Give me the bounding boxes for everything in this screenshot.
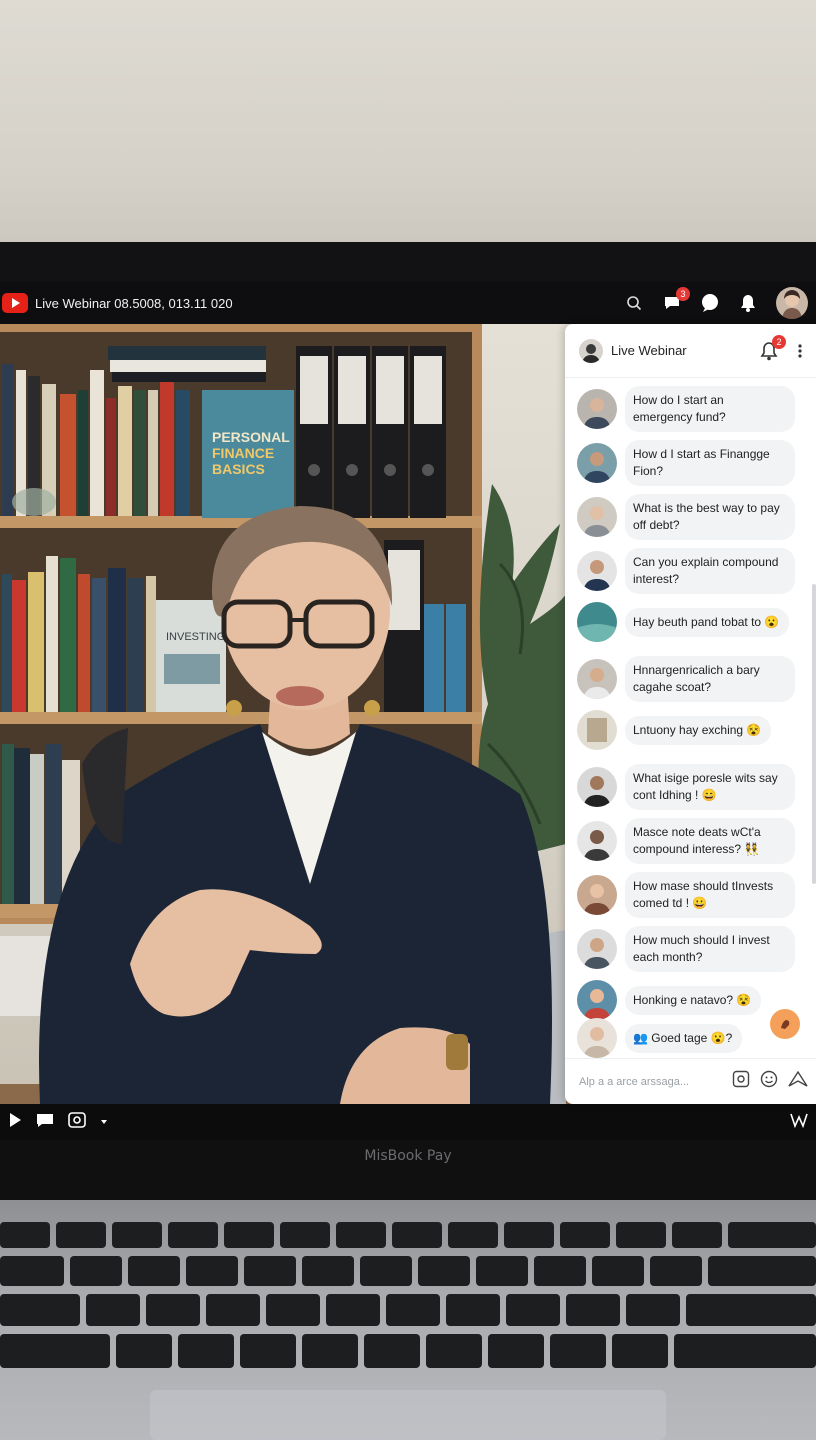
chat-avatar bbox=[577, 551, 617, 591]
chat-message: Hnnargenricalich a bary cagahe scoat? bbox=[577, 656, 795, 702]
play-logo-icon[interactable] bbox=[2, 293, 28, 313]
chat-message: What is the best way to pay off debt? bbox=[577, 494, 795, 540]
svg-text:BASICS: BASICS bbox=[212, 461, 265, 477]
chat-message: Honking e natavo? 😵 bbox=[577, 980, 762, 1020]
message-bubble-icon[interactable] bbox=[700, 293, 720, 313]
dropdown-caret-icon[interactable] bbox=[100, 1113, 108, 1131]
room-wall bbox=[0, 0, 816, 250]
chat-avatar bbox=[577, 821, 617, 861]
camera-icon[interactable] bbox=[68, 1111, 86, 1134]
chat-avatar bbox=[577, 929, 617, 969]
chat-input[interactable] bbox=[579, 1075, 719, 1088]
chat-message-text: How much should I invest each month? bbox=[625, 926, 795, 972]
chat-avatar bbox=[577, 497, 617, 537]
chat-composer bbox=[565, 1058, 816, 1104]
svg-text:FINANCE: FINANCE bbox=[212, 445, 274, 461]
play-icon[interactable] bbox=[8, 1112, 22, 1133]
composer-actions bbox=[732, 1070, 808, 1093]
chat-message: How d I start as Finangge Fion? bbox=[577, 440, 795, 486]
chat-header: Live Webinar 2 bbox=[565, 324, 816, 378]
chat-message-list[interactable]: How do I start an emergency fund? How d … bbox=[565, 380, 811, 1058]
chat-message-text: Hnnargenricalich a bary cagahe scoat? bbox=[625, 656, 795, 702]
monitor-bezel bbox=[0, 242, 816, 282]
chat-message: What isige poresle wits say cont Idhing … bbox=[577, 764, 795, 810]
chat-avatar bbox=[577, 659, 617, 699]
chat-message-text: What isige poresle wits say cont Idhing … bbox=[625, 764, 795, 810]
chat-message: Masce note deats wCt'a compound interess… bbox=[577, 818, 795, 864]
send-icon[interactable] bbox=[788, 1070, 808, 1093]
reaction-button[interactable] bbox=[770, 1009, 800, 1039]
chat-panel: Live Webinar 2 How do I start an emergen… bbox=[565, 324, 816, 1104]
chat-icon[interactable]: 3 bbox=[662, 287, 690, 313]
emoji-icon[interactable] bbox=[760, 1070, 778, 1093]
chat-message-text: How do I start an emergency fund? bbox=[625, 386, 795, 432]
chat-message-text: Honking e natavo? 😵 bbox=[625, 985, 762, 1015]
player-controls bbox=[0, 1104, 816, 1140]
chat-bell-icon[interactable]: 2 bbox=[760, 334, 786, 361]
chat-message: How mase should tInvests comed td ! 😀 bbox=[577, 872, 795, 918]
fullscreen-icon[interactable] bbox=[790, 1112, 808, 1133]
chat-message-text: What is the best way to pay off debt? bbox=[625, 494, 795, 540]
stream-title: Live Webinar 08.5008, 013.11 020 bbox=[35, 295, 233, 311]
chat-message-text: Lntuony hay exching 😵 bbox=[625, 715, 772, 745]
chat-message: How do I start an emergency fund? bbox=[577, 386, 795, 432]
chat-avatar bbox=[577, 980, 617, 1020]
chat-message: Lntuony hay exching 😵 bbox=[577, 710, 772, 750]
chat-message: 👥 Goed tage 😮? bbox=[577, 1018, 743, 1058]
chat-avatar bbox=[577, 602, 617, 642]
more-options-icon[interactable] bbox=[794, 341, 806, 361]
chat-message-text: Masce note deats wCt'a compound interess… bbox=[625, 818, 795, 864]
chat-avatar bbox=[577, 875, 617, 915]
chat-message-text: 👥 Goed tage 😮? bbox=[625, 1023, 743, 1053]
chat-scrollbar[interactable] bbox=[812, 584, 816, 884]
captions-icon[interactable] bbox=[36, 1112, 54, 1133]
chat-bell-badge: 2 bbox=[772, 334, 786, 349]
chat-message: Can you explain compound interest? bbox=[577, 548, 795, 594]
laptop-brand-label: MisBook Pay bbox=[364, 1148, 452, 1164]
keyboard bbox=[0, 1200, 816, 1440]
chat-avatar bbox=[577, 710, 617, 750]
top-bar: Live Webinar 08.5008, 013.11 020 3 bbox=[0, 282, 816, 324]
chat-avatar bbox=[577, 1018, 617, 1058]
svg-text:PERSONAL: PERSONAL bbox=[212, 429, 290, 445]
chat-message-text: How d I start as Finangge Fion? bbox=[625, 440, 795, 486]
chat-avatar bbox=[577, 443, 617, 483]
keyboard-keys bbox=[0, 1222, 816, 1440]
host-avatar bbox=[579, 338, 603, 363]
search-icon[interactable] bbox=[624, 293, 644, 313]
notification-badge: 3 bbox=[676, 287, 690, 301]
bell-icon[interactable] bbox=[738, 293, 758, 313]
gif-icon[interactable] bbox=[732, 1070, 750, 1093]
chat-message: Hay beuth pand tobat to 😮 bbox=[577, 602, 790, 642]
topbar-actions: 3 bbox=[624, 287, 808, 319]
chat-avatar bbox=[577, 389, 617, 429]
chat-message-text: Can you explain compound interest? bbox=[625, 548, 795, 594]
user-avatar[interactable] bbox=[776, 287, 808, 319]
chat-message-text: How mase should tInvests comed td ! 😀 bbox=[625, 872, 795, 918]
chat-message-text: Hay beuth pand tobat to 😮 bbox=[625, 607, 790, 637]
chat-message: How much should I invest each month? bbox=[577, 926, 795, 972]
chat-title: Live Webinar bbox=[611, 343, 687, 358]
svg-text:INVESTING: INVESTING bbox=[166, 631, 225, 643]
chat-avatar bbox=[577, 767, 617, 807]
